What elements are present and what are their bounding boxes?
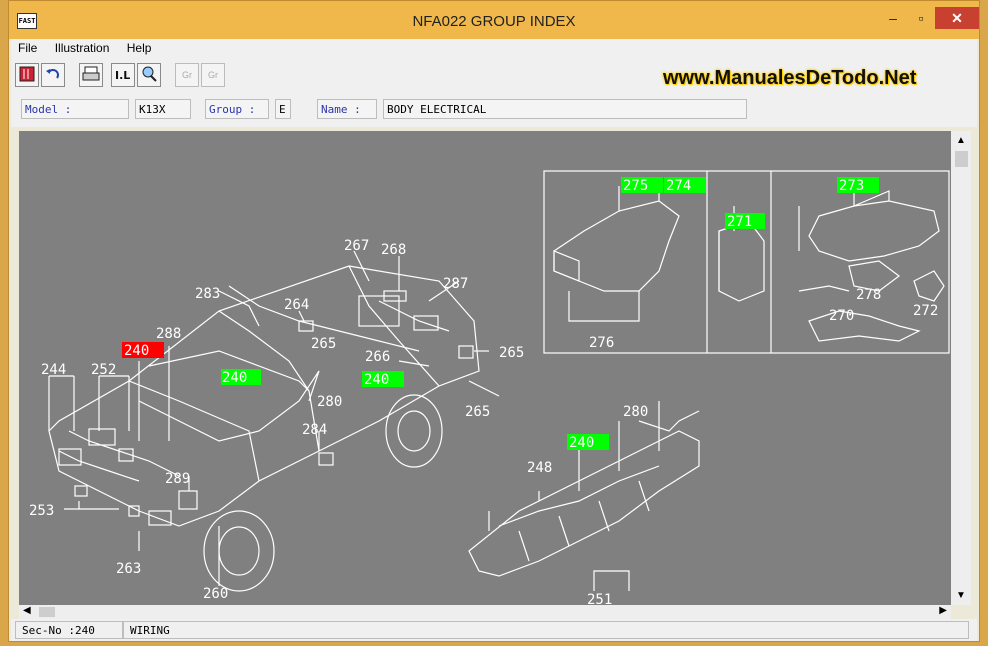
back-arrow-icon[interactable] [41, 63, 65, 87]
toolbar: I.L Gr Gr www.ManualesDeTodo.Net [11, 57, 977, 93]
callout-280[interactable]: 280 [317, 394, 342, 410]
svg-text:I.L: I.L [115, 69, 130, 82]
wiring-diagram: 240 240 240 240 244 248 251 252 253 260 … [29, 170, 950, 605]
illustration-icon[interactable]: I.L [111, 63, 135, 87]
status-name: WIRING [123, 621, 969, 639]
maximize-button[interactable]: ▫ [907, 7, 935, 29]
callout-284[interactable]: 284 [302, 422, 327, 438]
next-group-icon[interactable]: Gr [201, 63, 225, 87]
name-label: Name : [317, 99, 377, 119]
window-title: NFA022 GROUP INDEX [412, 13, 576, 30]
callout-264[interactable]: 264 [284, 297, 309, 313]
scroll-up-icon[interactable]: ▲ [956, 135, 966, 146]
next-group-label: Gr [208, 70, 218, 80]
callout-271[interactable]: 271 [727, 214, 752, 230]
app-window: FAST NFA022 GROUP INDEX – ▫ ✕ File Illus… [8, 0, 980, 642]
print-icon[interactable] [79, 63, 103, 87]
group-label: Group : [205, 99, 269, 119]
status-bar: Sec-No :240 WIRING [11, 619, 977, 641]
horizontal-scroll-thumb[interactable] [39, 607, 55, 617]
minimize-button[interactable]: – [879, 7, 907, 29]
close-button[interactable]: ✕ [935, 7, 979, 29]
callout-260[interactable]: 260 [203, 586, 228, 602]
model-value: K13X [135, 99, 191, 119]
info-bar: Model : K13X Group : E Name : BODY ELECT… [11, 93, 977, 127]
model-label: Model : [21, 99, 129, 119]
callout-240-red[interactable]: 240 [124, 343, 149, 359]
callout-240[interactable]: 240 [569, 435, 594, 451]
callout-265[interactable]: 265 [465, 404, 490, 420]
callout-266[interactable]: 266 [365, 349, 390, 365]
callout-280[interactable]: 280 [623, 404, 648, 420]
prev-group-icon[interactable]: Gr [175, 63, 199, 87]
callout-289[interactable]: 289 [165, 471, 190, 487]
callout-252[interactable]: 252 [91, 362, 116, 378]
callout-273[interactable]: 273 [839, 178, 864, 194]
callout-251[interactable]: 251 [587, 592, 612, 605]
callout-267[interactable]: 267 [344, 238, 369, 254]
vertical-scroll-thumb[interactable] [955, 151, 968, 167]
menu-help[interactable]: Help [120, 39, 159, 57]
menu-illustration[interactable]: Illustration [48, 39, 117, 57]
watermark: www.ManualesDeTodo.Net [663, 67, 917, 89]
callout-274[interactable]: 274 [666, 178, 691, 194]
title-bar: FAST NFA022 GROUP INDEX – ▫ ✕ [9, 1, 979, 39]
name-value: BODY ELECTRICAL [383, 99, 747, 119]
book-icon[interactable] [15, 63, 39, 87]
callout-240[interactable]: 240 [364, 372, 389, 388]
callout-265[interactable]: 265 [311, 336, 336, 352]
callout-283[interactable]: 283 [195, 286, 220, 302]
group-value: E [275, 99, 291, 119]
callout-275[interactable]: 275 [623, 178, 648, 194]
illustration-canvas[interactable]: 240 240 240 240 244 248 251 252 253 260 … [19, 131, 951, 605]
status-sec-no: Sec-No :240 [15, 621, 123, 639]
callout-263[interactable]: 263 [116, 561, 141, 577]
scroll-right-icon[interactable]: ▶ [939, 605, 947, 616]
callout-270[interactable]: 270 [829, 308, 854, 324]
scroll-left-icon[interactable]: ◀ [23, 605, 31, 616]
callout-276[interactable]: 276 [589, 335, 614, 351]
callout-278[interactable]: 278 [856, 287, 881, 303]
callout-288[interactable]: 288 [156, 326, 181, 342]
prev-group-label: Gr [182, 70, 192, 80]
callout-265[interactable]: 265 [499, 345, 524, 361]
scroll-down-icon[interactable]: ▼ [956, 590, 966, 601]
callout-272[interactable]: 272 [913, 303, 938, 319]
horizontal-scrollbar[interactable]: ◀ ▶ [19, 605, 951, 619]
callout-248[interactable]: 248 [527, 460, 552, 476]
callout-268[interactable]: 268 [381, 242, 406, 258]
search-icon[interactable] [137, 63, 161, 87]
callout-287[interactable]: 287 [443, 276, 468, 292]
callout-244[interactable]: 244 [41, 362, 66, 378]
callout-240[interactable]: 240 [222, 370, 247, 386]
vertical-scrollbar[interactable]: ▲ ▼ [951, 131, 971, 605]
menu-file[interactable]: File [11, 39, 44, 57]
menu-bar: File Illustration Help [11, 39, 977, 57]
callout-253[interactable]: 253 [29, 503, 54, 519]
